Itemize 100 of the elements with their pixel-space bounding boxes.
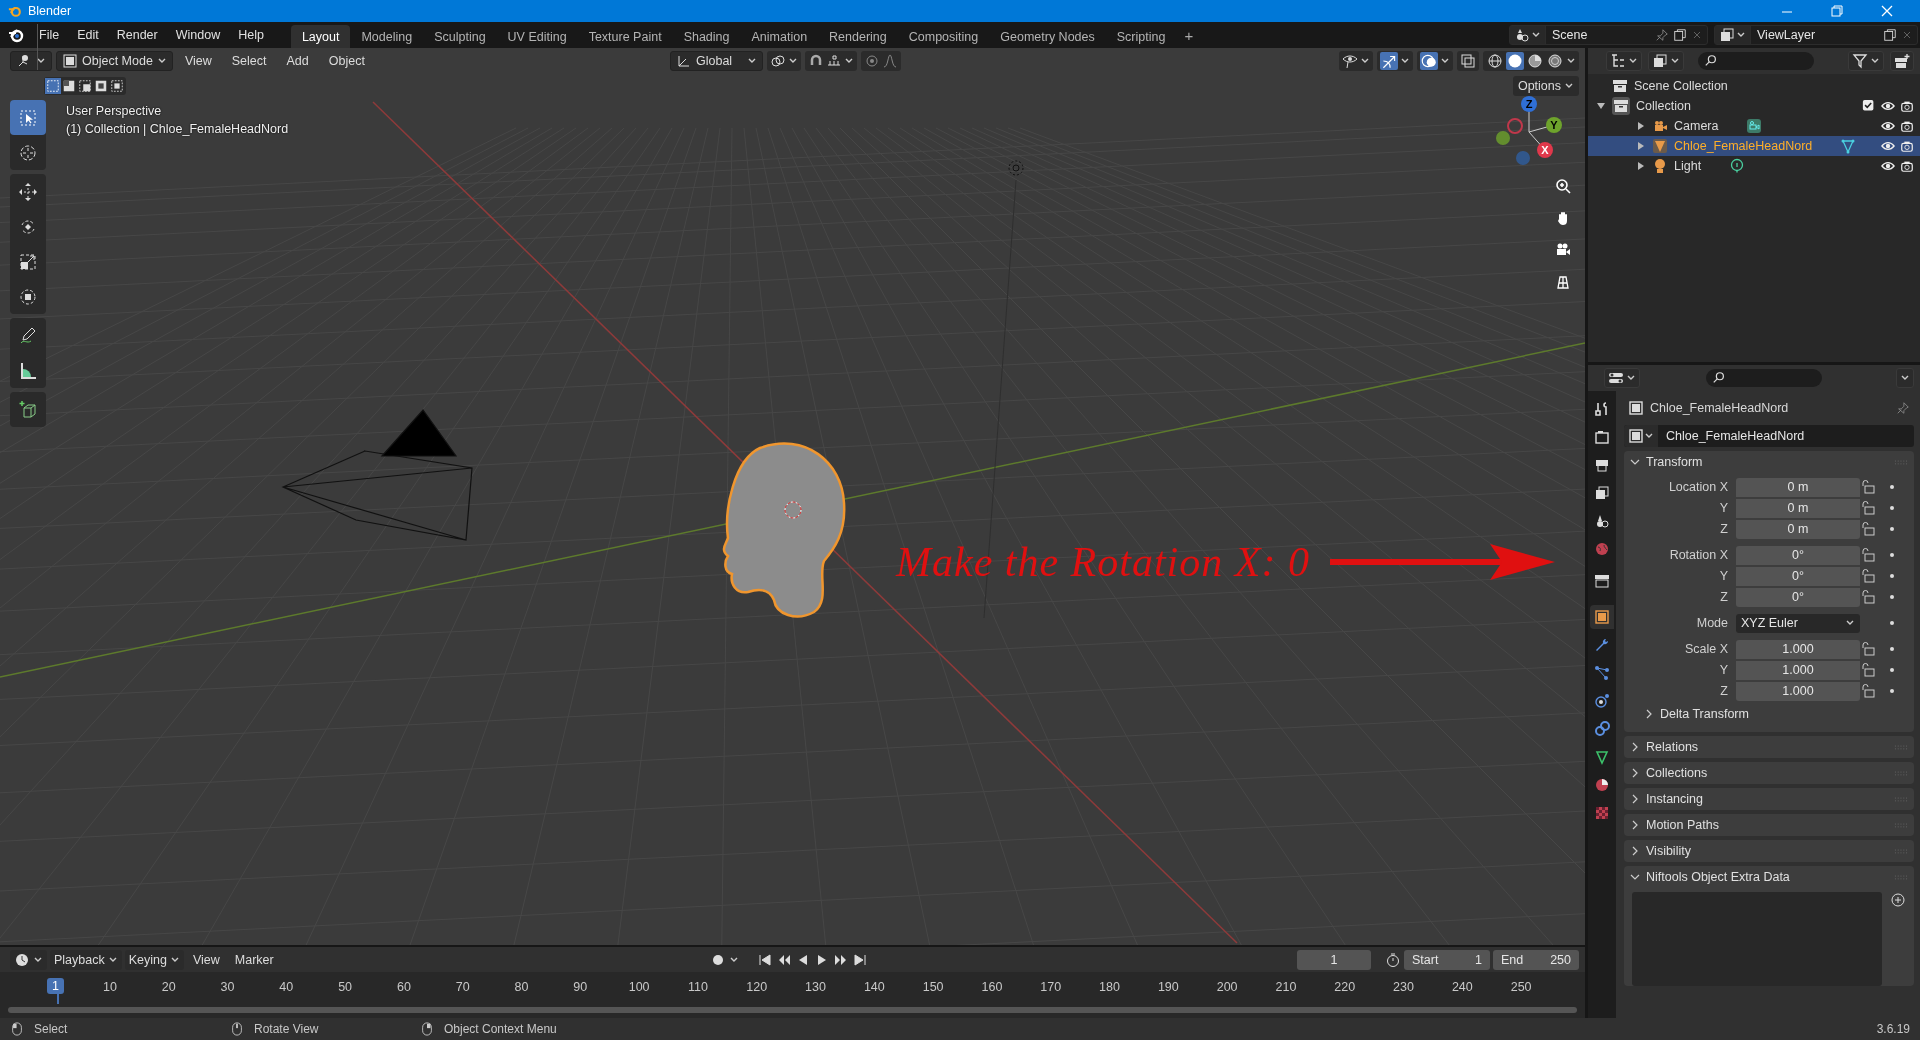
rotation-mode-dropdown[interactable]: XYZ Euler xyxy=(1736,613,1860,633)
snap-grid-icon[interactable] xyxy=(825,53,842,69)
jump-end-icon[interactable] xyxy=(852,951,868,968)
overlays-toggle[interactable] xyxy=(1420,52,1438,70)
camera-data-icon[interactable] xyxy=(1746,118,1763,134)
number-field[interactable]: 1.000 xyxy=(1736,639,1860,659)
shading-button[interactable] xyxy=(1546,52,1564,70)
menu-item[interactable]: Keying xyxy=(124,949,184,970)
copy-icon[interactable] xyxy=(1673,28,1687,42)
menu-item[interactable]: Render xyxy=(107,25,167,45)
shading-button[interactable] xyxy=(1506,52,1524,70)
chevron-right-icon[interactable] xyxy=(1630,742,1640,752)
selection-mode-button[interactable] xyxy=(61,78,77,94)
shading-button[interactable] xyxy=(1486,52,1504,70)
selection-mode-button[interactable] xyxy=(93,78,109,94)
gizmo-toggle[interactable] xyxy=(1380,52,1398,70)
selection-mode-button[interactable] xyxy=(109,78,125,94)
workspace-tab[interactable]: Layout xyxy=(290,25,351,48)
falloff-curve-icon[interactable] xyxy=(881,53,898,69)
editor-type-button[interactable] xyxy=(1604,368,1640,388)
number-field[interactable]: 0° xyxy=(1736,566,1860,586)
menu-item[interactable]: Add xyxy=(278,52,317,70)
number-field[interactable]: 1.000 xyxy=(1736,681,1860,701)
workspace-tab[interactable]: Sculpting xyxy=(423,25,497,48)
jump-start-icon[interactable] xyxy=(757,951,773,968)
unlocked-padlock-icon[interactable] xyxy=(1860,521,1876,537)
chevron-down-icon[interactable] xyxy=(1630,457,1640,467)
mesh-data-icon[interactable] xyxy=(1840,138,1857,154)
properties-tab[interactable] xyxy=(1590,605,1614,629)
panel-title[interactable]: Niftools Object Extra Data xyxy=(1646,870,1790,884)
unlocked-padlock-icon[interactable] xyxy=(1860,683,1876,699)
workspace-tab[interactable]: Animation xyxy=(740,25,819,48)
filter-view-dropdown[interactable] xyxy=(1648,51,1684,71)
xray-icon[interactable] xyxy=(1460,53,1476,69)
camera-icon[interactable] xyxy=(1900,119,1914,133)
search-field[interactable] xyxy=(1698,52,1814,70)
editor-type-button[interactable] xyxy=(10,51,52,71)
menu-item[interactable]: Help xyxy=(229,25,273,45)
panel-title[interactable]: Relations xyxy=(1646,740,1699,754)
keyframe-dot[interactable] xyxy=(1890,553,1894,557)
keyframe-dot[interactable] xyxy=(1890,647,1894,651)
visibility-icon[interactable] xyxy=(1342,53,1358,69)
mode-dropdown[interactable]: Object Mode xyxy=(56,51,173,71)
workspace-tab[interactable]: Compositing xyxy=(897,25,990,48)
pivot-dropdown[interactable] xyxy=(766,51,801,71)
object-name-field[interactable]: Chloe_FemaleHeadNord xyxy=(1624,425,1914,447)
menu-item[interactable]: File xyxy=(30,25,69,45)
shading-button[interactable] xyxy=(1526,52,1544,70)
frame-ruler[interactable]: 1 10 20 30 40 50 60 70 80 90 100 110 120 130 140 150 160 170 180 190 200 210 220 230 240 250 xyxy=(0,972,1585,1004)
unlocked-padlock-icon[interactable] xyxy=(1860,479,1876,495)
pin-icon[interactable] xyxy=(1896,401,1910,415)
expand-triangle-icon[interactable] xyxy=(1636,121,1646,131)
number-field[interactable]: 0° xyxy=(1736,545,1860,565)
current-frame-marker[interactable]: 1 xyxy=(47,978,64,994)
menu-item[interactable]: View xyxy=(176,52,220,70)
menu-item[interactable]: Edit xyxy=(68,25,108,45)
outliner-row[interactable]: Light xyxy=(1588,156,1920,176)
panel-title[interactable]: Transform xyxy=(1646,455,1703,469)
unlocked-padlock-icon[interactable] xyxy=(1860,641,1876,657)
copy-icon[interactable] xyxy=(1883,28,1897,42)
close-icon[interactable] xyxy=(1691,29,1703,41)
panel-title[interactable]: Collections xyxy=(1646,766,1708,780)
panel-title[interactable]: Visibility xyxy=(1646,844,1691,858)
light-data-icon[interactable] xyxy=(1729,158,1746,174)
selection-mode-button[interactable] xyxy=(77,78,93,94)
keyframe-dot[interactable] xyxy=(1890,668,1894,672)
workspace-tab[interactable]: UV Editing xyxy=(496,25,578,48)
number-field[interactable]: 0 m xyxy=(1736,498,1860,518)
add-circle-icon[interactable] xyxy=(1890,892,1906,908)
workspace-tab[interactable]: Rendering xyxy=(818,25,898,48)
close-icon[interactable] xyxy=(1880,4,1894,18)
outliner-row[interactable]: Scene Collection xyxy=(1588,76,1920,96)
orientation-dropdown[interactable]: Global xyxy=(670,51,763,71)
new-collection-button[interactable] xyxy=(1890,51,1914,71)
workspace-tab[interactable]: Geometry Nodes xyxy=(989,25,1106,48)
unlocked-padlock-icon[interactable] xyxy=(1860,547,1876,563)
options-dropdown[interactable]: Options xyxy=(1512,76,1579,96)
chevron-right-icon[interactable] xyxy=(1644,709,1654,719)
keyframe-dot[interactable] xyxy=(1890,485,1894,489)
unlocked-padlock-icon[interactable] xyxy=(1860,589,1876,605)
chevron-down-icon[interactable] xyxy=(1630,872,1640,882)
scrollbar[interactable] xyxy=(8,1007,1577,1013)
workspace-tab[interactable]: Modeling xyxy=(350,25,424,48)
chevron-right-icon[interactable] xyxy=(1630,768,1640,778)
keyframe-dot[interactable] xyxy=(1890,527,1894,531)
display-mode-dropdown[interactable] xyxy=(1606,51,1642,71)
panel-title[interactable]: Instancing xyxy=(1646,792,1703,806)
restore-icon[interactable] xyxy=(1830,4,1844,18)
pin-icon[interactable] xyxy=(1655,28,1669,42)
number-field[interactable]: 0 m xyxy=(1736,519,1860,539)
add-workspace-button[interactable]: + xyxy=(1176,26,1202,44)
unlocked-padlock-icon[interactable] xyxy=(1860,662,1876,678)
keyframe-dot[interactable] xyxy=(1890,621,1894,625)
chevron-right-icon[interactable] xyxy=(1630,820,1640,830)
eye-icon[interactable] xyxy=(1881,159,1895,173)
workspace-tab[interactable]: Scripting xyxy=(1105,25,1177,48)
chevron-right-icon[interactable] xyxy=(1630,794,1640,804)
options-dropdown[interactable] xyxy=(1896,368,1914,388)
camera-icon[interactable] xyxy=(1900,99,1914,113)
eye-icon[interactable] xyxy=(1881,119,1895,133)
